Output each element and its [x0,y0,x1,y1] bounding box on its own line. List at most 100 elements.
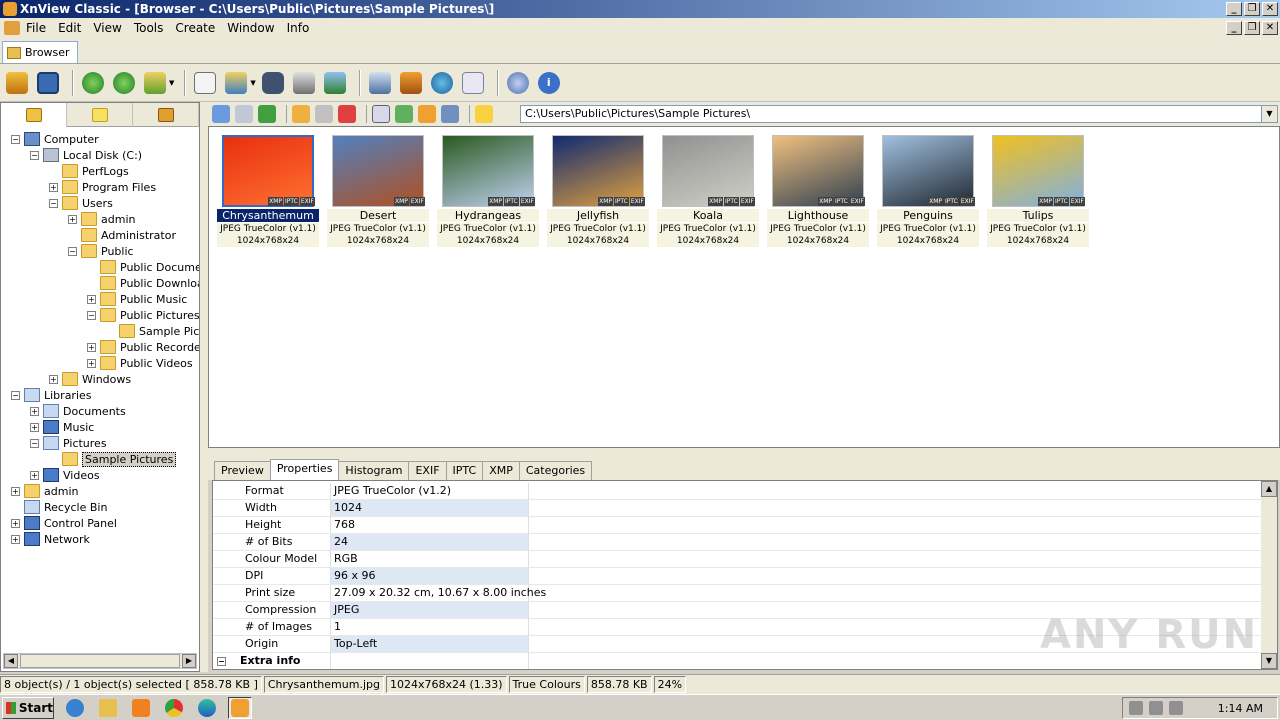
tab-xmp[interactable]: XMP [482,461,520,480]
tree-item[interactable]: + Music [30,419,94,435]
scroll-thumb[interactable] [20,654,180,668]
slideshow-button[interactable] [322,70,348,96]
taskbar-edge[interactable] [195,697,219,719]
tree-item[interactable]: + Public Recorded TV [87,339,199,355]
search-button[interactable] [260,70,286,96]
expand-icon[interactable]: + [30,470,39,480]
tree-item[interactable]: + Public Videos [87,355,193,371]
filter-icon[interactable] [418,105,436,123]
menu-view[interactable]: View [87,21,127,35]
collapse-icon[interactable]: − [87,310,96,320]
expand-icon[interactable]: + [30,422,39,432]
menu-file[interactable]: File [20,21,52,35]
tree-item[interactable]: − Computer [11,131,99,147]
collapse-icon[interactable]: − [49,198,58,208]
thumbnail-jellyfish[interactable]: XMP IPTC EXIF Jellyfish JPEG TrueColor (v1.1… [547,135,649,247]
tree-item[interactable]: Sample Pictures [106,323,199,339]
tree-item[interactable]: + Documents [30,403,126,419]
tab-histogram[interactable]: Histogram [338,461,410,480]
scroll-right-icon[interactable]: ▶ [182,654,196,668]
collapse-icon[interactable]: − [30,150,39,160]
volume-icon[interactable] [1129,701,1143,715]
collapse-icon[interactable]: − [11,390,20,400]
menu-edit[interactable]: Edit [52,21,87,35]
thumbnail-penguins[interactable]: XMP IPTC EXIF Penguins JPEG TrueColor (v1.1)… [877,135,979,247]
path-dropdown-icon[interactable]: ▼ [1261,106,1277,122]
menu-create[interactable]: Create [169,21,221,35]
convert-button[interactable] [223,70,249,96]
rename-icon[interactable] [315,105,333,123]
collapse-icon[interactable]: − [30,438,39,448]
tab-favorites[interactable] [67,103,133,127]
tab-preview[interactable]: Preview [214,461,271,480]
menu-window[interactable]: Window [221,21,280,35]
mdi-minimize-button[interactable]: _ [1226,21,1242,35]
close-button[interactable]: ✕ [1262,2,1278,16]
tree-item[interactable]: Public Downloads [87,275,199,291]
vertical-splitter[interactable] [200,102,208,672]
expand-icon[interactable]: + [11,534,20,544]
move-to-button[interactable] [142,70,168,96]
scroll-down-icon[interactable]: ▼ [1261,653,1277,669]
sort-icon[interactable] [395,105,413,123]
property-row[interactable]: Colour Model RGB [213,551,1263,568]
tree-item[interactable]: − Pictures [30,435,107,451]
browser-button[interactable] [4,70,30,96]
mdi-restore-button[interactable]: ❐ [1244,21,1260,35]
collapse-icon[interactable]: − [68,246,77,256]
menu-info[interactable]: Info [281,21,316,35]
xnview-app-icon[interactable] [3,2,17,16]
tree-item[interactable]: PerfLogs [49,163,129,179]
contact-sheet-button[interactable] [460,70,486,96]
parent-folder-icon[interactable] [258,105,276,123]
expand-icon[interactable]: + [49,374,58,384]
tab-folders[interactable] [1,103,67,127]
convert-dropdown-icon[interactable]: ▼ [250,79,255,87]
menu-tools[interactable]: Tools [128,21,170,35]
property-row[interactable]: Format JPEG TrueColor (v1.2) [213,483,1263,500]
tree-item[interactable]: + Program Files [49,179,156,195]
mdi-close-button[interactable]: ✕ [1262,21,1278,35]
expand-icon[interactable]: + [87,294,96,304]
capture-button[interactable] [367,70,393,96]
property-row[interactable]: Width 1024 [213,500,1263,517]
tree-item[interactable]: Public Documents [87,259,199,275]
tree-item[interactable]: Recycle Bin [11,499,107,515]
rotate-right-button[interactable] [111,70,137,96]
taskbar-ie[interactable] [63,697,87,719]
start-button[interactable]: Start [2,696,54,719]
scroll-left-icon[interactable]: ◀ [4,654,18,668]
property-row[interactable]: Print size 27.09 x 20.32 cm, 10.67 x 8.00… [213,585,1263,602]
tree-item[interactable]: + Network [11,531,90,547]
new-file-button[interactable] [192,70,218,96]
back-icon[interactable] [212,105,230,123]
restore-button[interactable]: ❐ [1244,2,1260,16]
fullscreen-button[interactable] [35,70,61,96]
tree-item[interactable]: − Local Disk (C:) [30,147,142,163]
tree-item[interactable]: + Public Music [87,291,187,307]
thumbnail-chrysanthemum[interactable]: XMP IPTC EXIF Chrysanthemum JPEG TrueColor (… [217,135,319,247]
property-row[interactable]: # of Bits 24 [213,534,1263,551]
tree-item[interactable]: − Public [68,243,134,259]
settings-button[interactable] [505,70,531,96]
tree-item[interactable]: Administrator [68,227,176,243]
tab-properties[interactable]: Properties [269,459,340,480]
print-button[interactable] [291,70,317,96]
thumbnail-hydrangeas[interactable]: XMP IPTC EXIF Hydrangeas JPEG TrueColor (v1.… [437,135,539,247]
tree-horizontal-scrollbar[interactable]: ◀ ▶ [3,653,197,669]
rotate-left-button[interactable] [80,70,106,96]
property-row[interactable]: Height 768 [213,517,1263,534]
scroll-up-icon[interactable]: ▲ [1261,481,1277,497]
clock[interactable]: 1:14 AM [1218,702,1263,715]
tree-item[interactable]: + Windows [49,371,131,387]
expand-icon[interactable]: + [68,214,77,224]
tree-item[interactable]: + Videos [30,467,100,483]
wallpaper-button[interactable] [398,70,424,96]
web-page-button[interactable] [429,70,455,96]
thumbnail-koala[interactable]: XMP IPTC EXIF Koala JPEG TrueColor (v1.1) 102… [657,135,759,247]
delete-icon[interactable] [338,105,356,123]
taskbar-media-player[interactable] [129,697,153,719]
about-button[interactable]: i [536,70,562,96]
minimize-button[interactable]: _ [1226,2,1242,16]
expand-icon[interactable]: + [30,406,39,416]
